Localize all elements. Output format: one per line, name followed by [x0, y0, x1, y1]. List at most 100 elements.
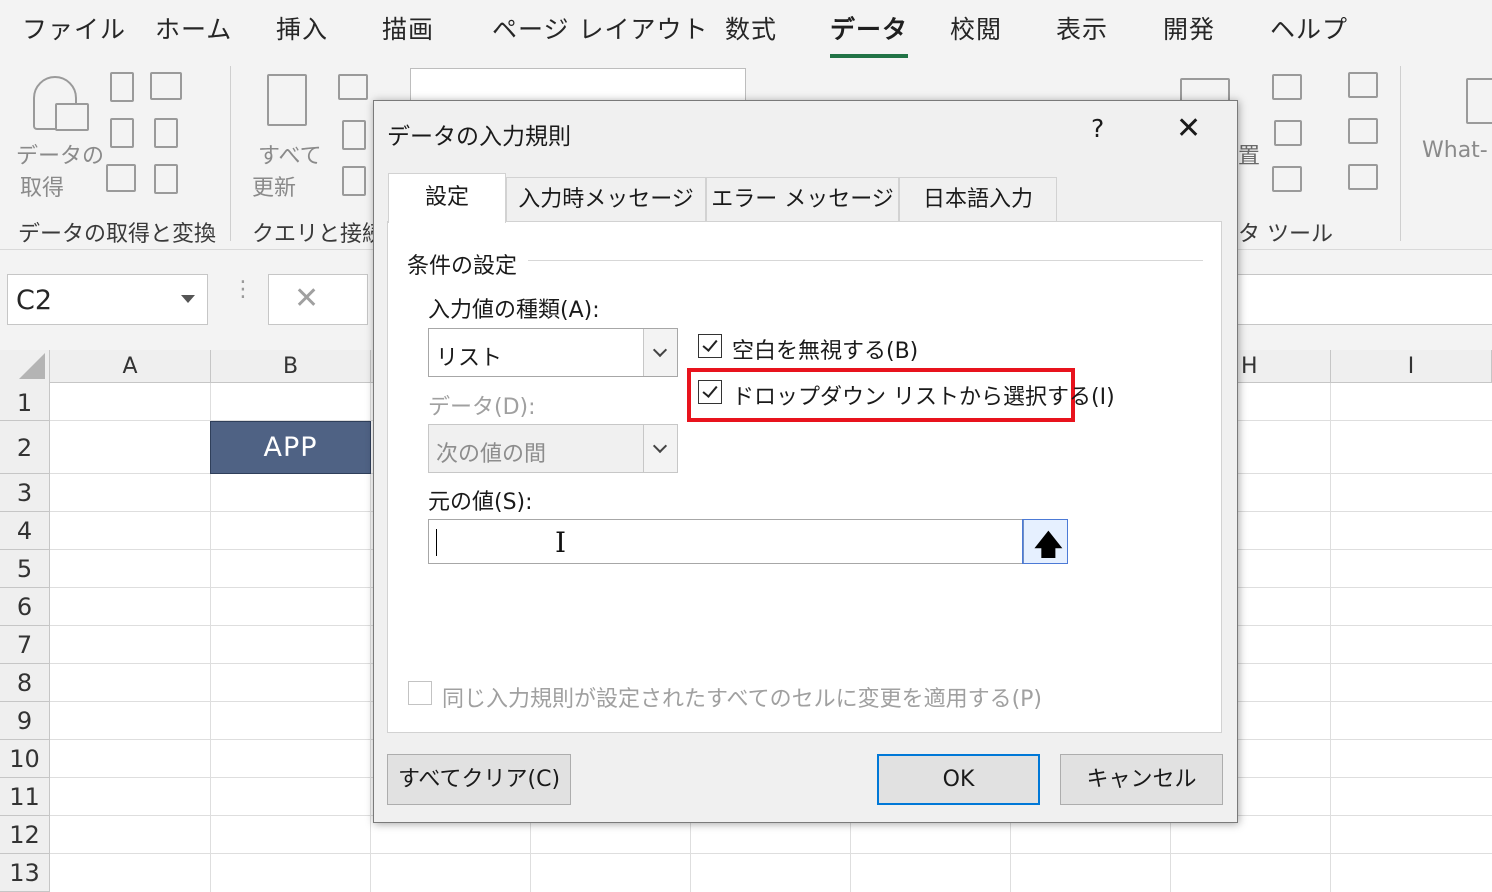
column-header-i[interactable]: I [1331, 350, 1492, 383]
column-header-a[interactable]: A [50, 350, 211, 383]
row-header-9[interactable]: 9 [0, 702, 50, 740]
tab-page-layout[interactable]: ページ レイアウト [492, 10, 708, 46]
allow-label: 入力値の種類(A): [428, 298, 600, 323]
allow-select[interactable]: リスト [428, 328, 678, 377]
row-header-2[interactable]: 2 [0, 421, 50, 474]
grid-line [50, 853, 1492, 854]
cancel-icon[interactable]: ✕ [294, 281, 319, 316]
cancel-button[interactable]: キャンセル [1060, 754, 1223, 805]
recent-sources-icon[interactable] [154, 118, 178, 148]
help-button[interactable]: ? [1091, 114, 1104, 143]
row-header-8[interactable]: 8 [0, 664, 50, 702]
from-text-icon[interactable] [110, 72, 134, 102]
ok-button[interactable]: OK [877, 754, 1040, 805]
data-label: データ(D): [428, 395, 536, 420]
tab-insert[interactable]: 挿入 [276, 10, 328, 46]
tab-view[interactable]: 表示 [1056, 10, 1108, 46]
source-label: 元の値(S): [428, 490, 533, 515]
row-header-4[interactable]: 4 [0, 512, 50, 550]
tab-formulas[interactable]: 数式 [725, 10, 777, 46]
select-all-button[interactable] [0, 350, 50, 383]
queries-connections-icon[interactable] [338, 74, 368, 100]
allow-select-value: リスト [436, 346, 503, 371]
properties-icon[interactable] [342, 120, 366, 150]
collapse-dialog-button[interactable]: 🡅 [1022, 519, 1068, 564]
dialog-title: データの入力規則 [387, 124, 571, 150]
cell-b2-value: APP [263, 432, 318, 463]
criteria-group-label: 条件の設定 [407, 248, 526, 280]
row-header-6[interactable]: 6 [0, 588, 50, 626]
group-separator [230, 66, 231, 241]
group-queries-connections: クエリと接続 [252, 222, 385, 247]
select-all-icon [19, 353, 45, 379]
existing-connections-icon[interactable] [154, 164, 178, 194]
row-header-11[interactable]: 11 [0, 778, 50, 816]
data-tools-partial-label: 置 [1238, 144, 1261, 169]
what-if-label[interactable]: What- [1422, 138, 1488, 163]
apply-all-checkbox [408, 681, 432, 705]
tab-settings[interactable]: 設定 [388, 173, 506, 223]
tab-review[interactable]: 校閲 [950, 10, 1002, 46]
chevron-down-icon [652, 342, 668, 358]
tab-ime-mode[interactable]: 日本語入力 [899, 177, 1057, 222]
group-data-tools: タ ツール [1238, 222, 1333, 247]
row-header-10[interactable]: 10 [0, 740, 50, 778]
column-header-b[interactable]: B [211, 350, 371, 383]
refresh-all-icon[interactable] [267, 74, 307, 126]
row-header-3[interactable]: 3 [0, 474, 50, 512]
row-header-7[interactable]: 7 [0, 626, 50, 664]
arrow-up-icon: 🡅 [1034, 528, 1063, 561]
row-header-1[interactable]: 1 [0, 383, 50, 421]
data-select-value: 次の値の間 [436, 442, 547, 467]
consolidate-icon[interactable] [1348, 72, 1378, 98]
chevron-down-icon [652, 438, 668, 454]
tab-file[interactable]: ファイル [22, 10, 126, 46]
refresh-all-label-2[interactable]: 更新 [252, 170, 296, 202]
table-icon [55, 103, 89, 131]
in-cell-dropdown-checkbox[interactable] [698, 380, 722, 404]
from-web-icon[interactable] [150, 72, 182, 100]
tab-data[interactable]: データ [830, 10, 909, 58]
data-select: 次の値の間 [428, 424, 678, 473]
ignore-blank-checkbox[interactable] [698, 334, 722, 358]
from-table-icon[interactable] [106, 164, 136, 192]
tab-input-message[interactable]: 入力時メッセージ [506, 177, 706, 222]
tab-error-alert[interactable]: エラー メッセージ [706, 177, 899, 222]
text-caret [436, 529, 437, 556]
data-model-icon[interactable] [1348, 164, 1378, 190]
tab-help[interactable]: ヘルプ [1270, 10, 1348, 46]
ignore-blank-label[interactable]: 空白を無視する(B) [732, 333, 918, 365]
data-validation-dialog: データの入力規則 ? ✕ 設定 入力時メッセージ エラー メッセージ 日本語入力… [373, 100, 1238, 823]
clear-all-button[interactable]: すべてクリア(C) [387, 754, 571, 805]
data-dropdown-button [643, 425, 677, 472]
row-header-13[interactable]: 13 [0, 854, 50, 892]
data-validation-icon[interactable] [1272, 166, 1302, 192]
ibeam-cursor-icon: I [555, 526, 567, 559]
formula-buttons: ✕ [268, 274, 368, 325]
allow-dropdown-button[interactable] [643, 329, 677, 376]
what-if-icon[interactable] [1466, 78, 1492, 124]
get-data-label[interactable]: データの [16, 138, 104, 170]
tab-home[interactable]: ホーム [155, 10, 232, 46]
flash-fill-icon[interactable] [1272, 74, 1302, 100]
cell-b2[interactable]: APP [210, 421, 371, 474]
tab-developer[interactable]: 開発 [1163, 10, 1215, 46]
name-box-value: C2 [16, 285, 53, 316]
source-input[interactable]: I 🡅 [428, 519, 1068, 564]
edit-links-icon[interactable] [342, 166, 366, 196]
row-header-5[interactable]: 5 [0, 550, 50, 588]
row-header-12[interactable]: 12 [0, 816, 50, 854]
chevron-down-icon[interactable] [181, 295, 195, 303]
in-cell-dropdown-label[interactable]: ドロップダウン リストから選択する(I) [732, 379, 1115, 411]
group-get-transform: データの取得と変換 [18, 222, 217, 247]
relationships-icon[interactable] [1348, 118, 1378, 144]
refresh-all-label[interactable]: すべて [258, 138, 322, 170]
settings-panel: 条件の設定 入力値の種類(A): リスト データ(D): 次の値の間 空白を無視… [387, 221, 1222, 733]
remove-duplicates-icon[interactable] [1274, 120, 1302, 146]
close-button[interactable]: ✕ [1176, 111, 1201, 146]
more-dots-icon: ⋮ [232, 277, 254, 302]
name-box[interactable]: C2 [7, 274, 208, 325]
from-web-globe-icon[interactable] [110, 118, 134, 148]
get-data-label-2[interactable]: 取得 [20, 170, 64, 202]
tab-draw[interactable]: 描画 [382, 10, 434, 46]
